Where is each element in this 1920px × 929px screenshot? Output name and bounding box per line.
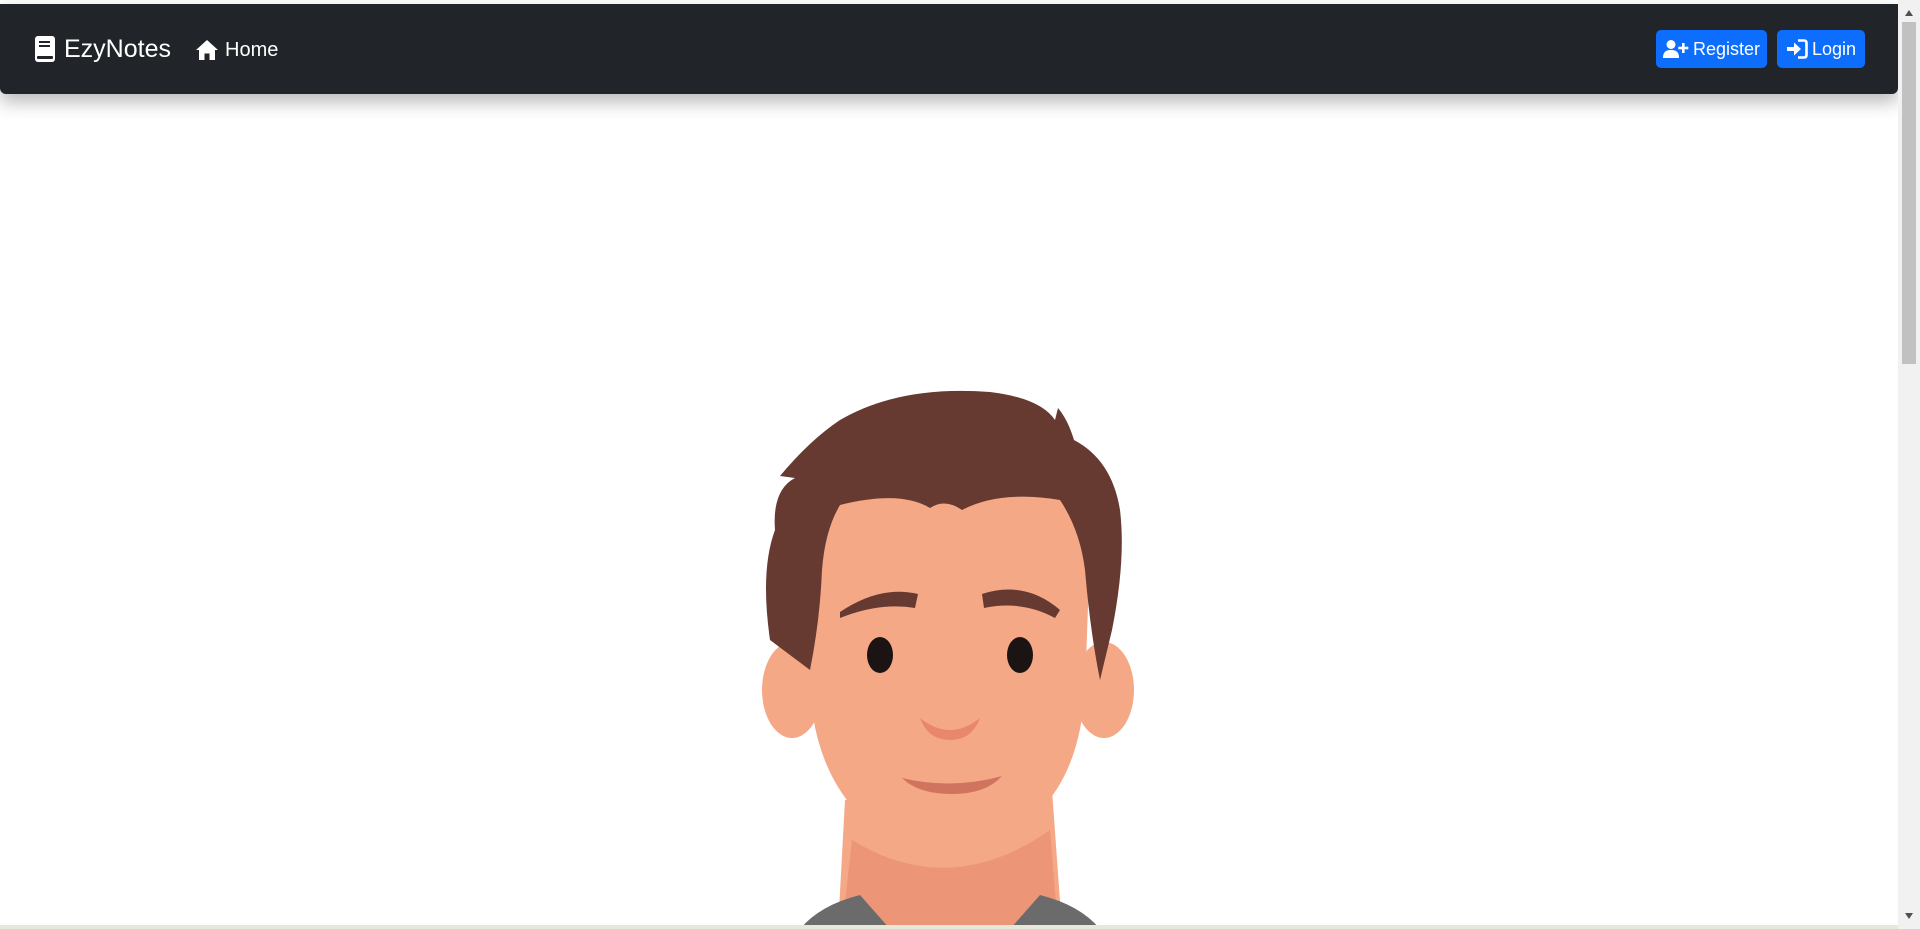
user-plus-icon: [1662, 39, 1689, 59]
brand-label: EzyNotes: [64, 34, 171, 63]
avatar-illustration: [740, 380, 1160, 929]
scroll-up-arrow-icon[interactable]: [1898, 4, 1920, 22]
nav-home-link[interactable]: Home: [195, 35, 278, 65]
sign-in-icon: [1786, 39, 1808, 59]
bottom-strip: [0, 925, 1898, 929]
login-label: Login: [1811, 38, 1857, 59]
register-button[interactable]: Register: [1656, 30, 1767, 68]
login-button[interactable]: Login: [1777, 30, 1865, 68]
scroll-down-arrow-icon[interactable]: [1898, 907, 1920, 925]
book-icon: [34, 35, 56, 63]
register-label: Register: [1692, 38, 1761, 59]
vertical-scrollbar[interactable]: [1898, 0, 1920, 929]
scrollbar-thumb[interactable]: [1902, 22, 1916, 364]
home-icon: [195, 39, 219, 61]
page-viewport: EzyNotes Home Register Login: [0, 0, 1898, 929]
brand-link[interactable]: EzyNotes: [34, 31, 171, 67]
top-navbar: EzyNotes Home Register Login: [0, 4, 1898, 94]
nav-home-label: Home: [225, 38, 279, 61]
